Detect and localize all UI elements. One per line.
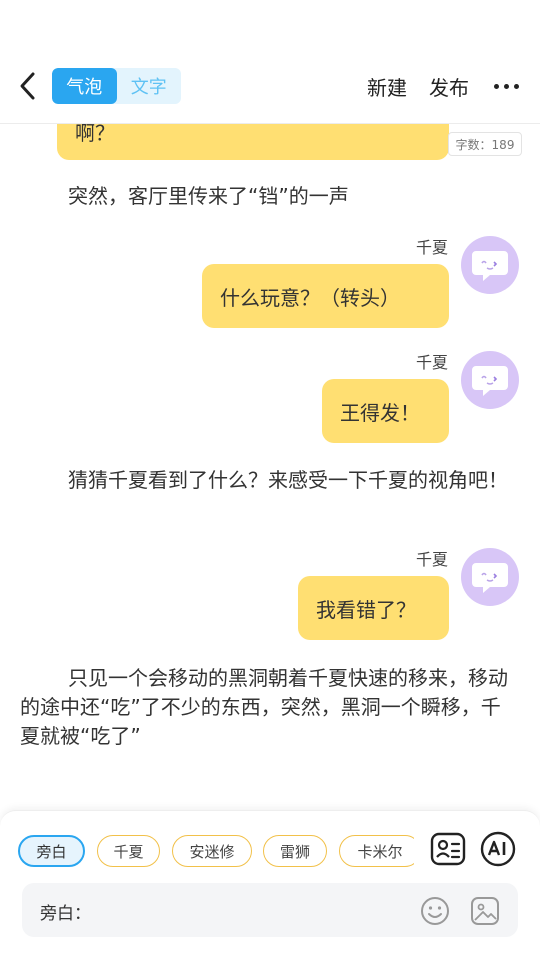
character-selector: 旁白 千夏 安迷修 雷狮 卡米尔 (0, 811, 414, 891)
speaker-name: 千夏 (415, 238, 448, 257)
narration-text[interactable]: 猜猜千夏看到了什么？来感受一下千夏的视角吧！ (20, 466, 510, 495)
more-icon[interactable] (494, 84, 519, 89)
chat-bubble-avatar-icon (472, 366, 508, 396)
story-content: 啊？ 字数：189 突然，客厅里传来了“铛”的一声 千夏 什么玩意？（转头） 千… (0, 124, 540, 810)
message-text: 王得发！ (340, 400, 420, 425)
editor-panel: 旁白 千夏 安迷修 雷狮 卡米尔 旁白： (0, 810, 540, 960)
character-chip[interactable]: 卡米尔 (339, 835, 414, 867)
character-chip[interactable]: 雷狮 (263, 835, 327, 867)
character-card-icon[interactable] (430, 831, 466, 867)
message-text: 什么玩意？（转头） (220, 285, 400, 310)
input-speaker-label: 旁白： (40, 904, 91, 924)
message-text: 啊？ (75, 124, 115, 145)
avatar[interactable] (461, 236, 519, 294)
message-bubble[interactable]: 王得发！ (322, 379, 449, 443)
avatar[interactable] (461, 548, 519, 606)
narration-text[interactable]: 只见一个会移动的黑洞朝着千夏快速的移来，移动的途中还“吃”了不少的东西，突然，黑… (20, 664, 510, 751)
speaker-name: 千夏 (415, 550, 448, 569)
character-chip[interactable]: 安迷修 (172, 835, 252, 867)
text-input[interactable]: 旁白： (22, 883, 518, 937)
top-bar: 气泡 文字 新建 发布 (0, 0, 540, 124)
ai-icon[interactable] (480, 831, 516, 867)
avatar[interactable] (461, 351, 519, 409)
mode-toggle: 气泡 文字 (52, 68, 181, 104)
tab-bubble[interactable]: 气泡 (52, 68, 117, 104)
narration-text[interactable]: 突然，客厅里传来了“铛”的一声 (20, 182, 510, 211)
new-button[interactable]: 新建 (367, 72, 407, 101)
message-text: 我看错了？ (316, 597, 416, 622)
character-chip-narrator[interactable]: 旁白 (18, 835, 85, 867)
chat-bubble-avatar-icon (472, 251, 508, 281)
word-count-badge: 字数：189 (448, 132, 522, 156)
publish-button[interactable]: 发布 (429, 72, 469, 101)
chat-bubble-avatar-icon (472, 563, 508, 593)
message-bubble[interactable]: 什么玩意？（转头） (202, 264, 449, 328)
message-bubble[interactable]: 啊？ (57, 124, 449, 160)
character-chip[interactable]: 千夏 (97, 835, 160, 867)
speaker-name: 千夏 (415, 353, 448, 372)
image-icon[interactable] (470, 896, 500, 926)
emoji-icon[interactable] (420, 896, 450, 926)
message-bubble[interactable]: 我看错了？ (298, 576, 449, 640)
back-icon[interactable] (14, 70, 42, 102)
tab-text[interactable]: 文字 (117, 68, 182, 104)
